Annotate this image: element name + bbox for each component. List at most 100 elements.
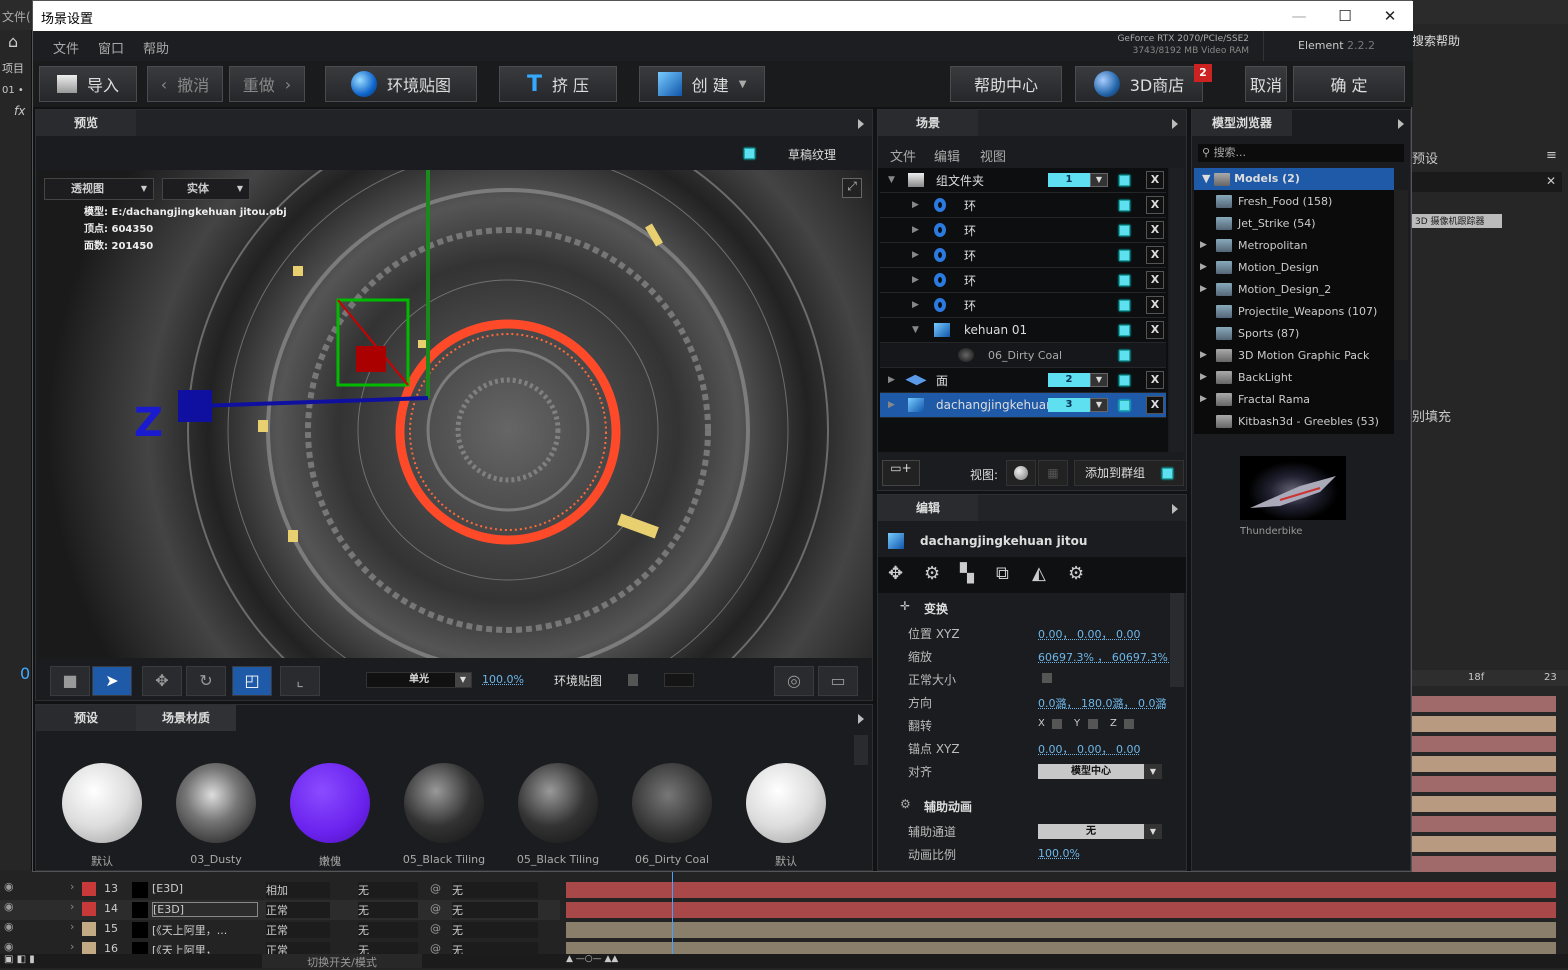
delete-button[interactable]: X — [1146, 321, 1164, 339]
shadow-icon[interactable]: ◭ — [1032, 563, 1046, 584]
track-matte-dropdown[interactable]: 无 — [358, 882, 418, 898]
material-swatch[interactable] — [518, 763, 598, 843]
menu-window[interactable]: 窗口 — [98, 38, 124, 57]
delete-button[interactable]: X — [1146, 271, 1164, 289]
3d-store-button[interactable]: 3D商店 — [1075, 66, 1203, 102]
expand-icon[interactable]: ▶ — [912, 250, 919, 260]
expand-icon[interactable]: ▶ — [1200, 262, 1210, 272]
blend-mode-dropdown[interactable]: 正常 — [266, 922, 330, 938]
parent-dropdown[interactable]: 无 — [452, 882, 538, 898]
parent-pickwhip-icon[interactable]: @ — [430, 902, 441, 915]
layer-name[interactable]: [《天上阿里，... — [152, 922, 258, 938]
timeline-layer-row[interactable]: ◉ › 13 [E3D] 相加 无 @ 无 — [0, 880, 560, 900]
scene-row[interactable]: ▶ 环 X — [880, 218, 1166, 243]
presets-search[interactable]: ✕ — [1412, 172, 1562, 192]
expand-icon[interactable]: › — [70, 900, 74, 913]
scene-menu-edit[interactable]: 编辑 — [934, 146, 960, 165]
visibility-checkbox[interactable] — [1119, 200, 1130, 211]
zoom-slider[interactable]: ▲ —○— ▲▲ — [566, 954, 618, 964]
scene-row[interactable]: ▶ dachangjingkehuan 3 ▼ X — [880, 393, 1166, 418]
layer-duration-bar[interactable] — [566, 922, 1556, 938]
visibility-checkbox[interactable] — [1119, 325, 1130, 336]
view-cubes-button[interactable]: ▦ — [1038, 460, 1068, 486]
parent-dropdown[interactable]: 无 — [452, 922, 538, 938]
timeline-layer-row[interactable]: ◉ › 14 [E3D] 正常 无 @ 无 — [0, 900, 560, 920]
model-folder[interactable]: ▶ Metropolitan — [1200, 234, 1307, 256]
menu-help[interactable]: 帮助 — [143, 38, 169, 57]
scale-icon[interactable]: ◰ — [232, 666, 272, 696]
label-color[interactable] — [82, 882, 96, 896]
visibility-checkbox[interactable] — [1119, 250, 1130, 261]
model-folder[interactable]: ▶ Motion_Design_2 — [1200, 278, 1331, 300]
expand-icon[interactable]: ▶ — [1200, 350, 1210, 360]
tab-presets[interactable]: 预设 — [36, 705, 136, 731]
material-swatch[interactable] — [632, 763, 712, 843]
redo-button[interactable]: 重做 › — [229, 66, 305, 102]
layer-name[interactable]: [E3D] — [152, 902, 258, 917]
parent-dropdown[interactable]: 无 — [452, 902, 538, 918]
add-to-group-checkbox[interactable] — [1162, 468, 1173, 479]
model-folder[interactable]: Jet_Strike (54) — [1200, 212, 1316, 234]
flip-checkbox[interactable] — [1088, 719, 1098, 729]
visibility-checkbox[interactable] — [1119, 350, 1130, 361]
material-swatch[interactable] — [404, 763, 484, 843]
tab-preview[interactable]: 预览 — [36, 110, 136, 136]
visibility-checkbox[interactable] — [1119, 225, 1130, 236]
model-folder[interactable]: ▶ Fractal Rama — [1200, 388, 1310, 410]
expand-icon[interactable]: › — [70, 920, 74, 933]
transform-icon[interactable]: ✥ — [888, 563, 903, 584]
maximize-button[interactable]: ☐ — [1322, 1, 1368, 31]
select-arrow-icon[interactable]: ➤ — [92, 666, 132, 696]
layer-duration-bar[interactable] — [566, 902, 1556, 918]
flip-checkbox[interactable] — [1052, 719, 1062, 729]
track-matte-dropdown[interactable]: 无 — [358, 902, 418, 918]
rotate-icon[interactable]: ↻ — [186, 666, 226, 696]
expand-icon[interactable]: ▼ — [888, 175, 895, 185]
3d-viewport[interactable]: Z 透视图 ▼ 实体 ▼ 模型: E:/dachangjingkehuan jito… — [38, 170, 872, 658]
light-intensity[interactable]: 100.0% — [482, 673, 524, 686]
property-value[interactable]: 100.0% — [1038, 847, 1080, 860]
preset-item[interactable]: 别填充 — [1412, 406, 1451, 425]
label-color[interactable] — [82, 922, 96, 936]
scene-row[interactable]: ▶ 环 X — [880, 268, 1166, 293]
delete-button[interactable]: X — [1146, 221, 1164, 239]
tab-model-browser[interactable]: 模型浏览器 — [1192, 110, 1292, 136]
model-folder[interactable]: ▶ Motion_Design — [1200, 256, 1319, 278]
visibility-checkbox[interactable] — [1119, 275, 1130, 286]
scene-row[interactable]: ▶ 环 X — [880, 193, 1166, 218]
expand-icon[interactable]: ▶ — [888, 375, 895, 385]
visibility-eye-icon[interactable]: ◉ — [4, 900, 14, 913]
expand-icon[interactable]: ▶ — [912, 225, 919, 235]
property-dropdown[interactable]: 模型中心 ▼ — [1038, 764, 1162, 779]
axis-icon[interactable]: ⌞ — [280, 666, 320, 696]
delete-button[interactable]: X — [1146, 246, 1164, 264]
settings-gear-icon[interactable]: ⚙ — [1068, 563, 1084, 584]
material-swatch[interactable] — [62, 763, 142, 843]
scene-row[interactable]: 06_Dirty Coal — [880, 343, 1166, 368]
cancel-button[interactable]: 取消 — [1245, 66, 1287, 102]
model-folder[interactable]: ▶ BackLight — [1200, 366, 1292, 388]
delete-button[interactable]: X — [1146, 296, 1164, 314]
search-help[interactable]: 搜索帮助 — [1412, 32, 1460, 49]
parent-pickwhip-icon[interactable]: @ — [430, 882, 441, 895]
scene-row[interactable]: ▼ kehuan 01 X — [880, 318, 1166, 343]
parent-pickwhip-icon[interactable]: @ — [430, 922, 441, 935]
model-folder[interactable]: Fresh_Food (158) — [1200, 190, 1332, 212]
model-folder[interactable]: Sports (87) — [1200, 322, 1299, 344]
visibility-checkbox[interactable] — [1119, 375, 1130, 386]
visibility-eye-icon[interactable]: ◉ — [4, 880, 14, 893]
layer-duration-bar[interactable] — [566, 882, 1556, 898]
menu-file[interactable]: 文件 — [53, 38, 79, 57]
scene-menu-view[interactable]: 视图 — [980, 146, 1006, 165]
panel-menu-arrow-icon[interactable] — [1398, 119, 1404, 129]
panel-menu-arrow-icon[interactable] — [1172, 504, 1178, 514]
group-number-dropdown[interactable]: 1 ▼ — [1048, 173, 1108, 187]
model-folder[interactable]: Kitbash3d - Greebles (53) — [1200, 410, 1379, 432]
menu-icon[interactable]: ≡ — [1546, 148, 1557, 163]
create-button[interactable]: 创 建 ▼ — [639, 66, 765, 102]
property-checkbox[interactable] — [1042, 673, 1052, 683]
expand-icon[interactable]: ▶ — [1200, 284, 1210, 294]
gears-icon[interactable]: ⚙ — [924, 563, 940, 584]
env-map-checkbox[interactable] — [628, 674, 638, 686]
minimize-button[interactable]: — — [1276, 1, 1322, 31]
